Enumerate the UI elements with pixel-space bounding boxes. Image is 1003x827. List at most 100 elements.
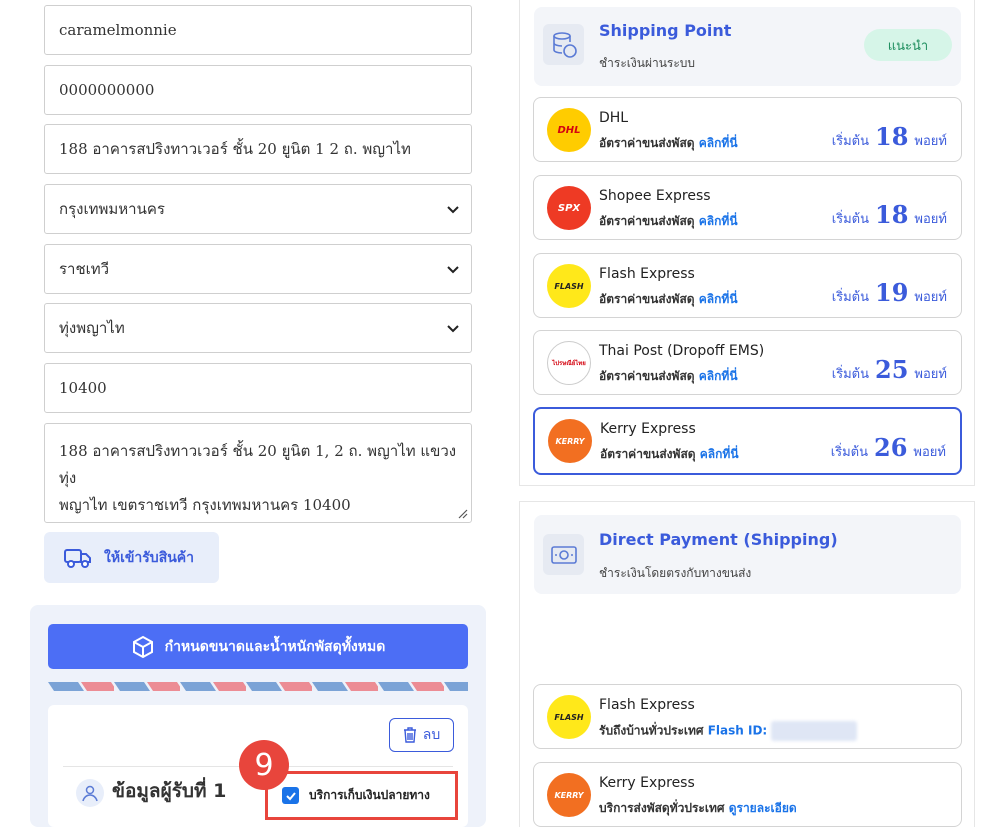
carrier-service-label: รับถึงบ้านทั่วประเทศ [599, 723, 704, 738]
price-prefix: เริ่มต้น [831, 134, 870, 149]
price-prefix: เริ่มต้น [830, 445, 869, 460]
thaipost-logo: ไปรษณีย์ไทย [547, 341, 591, 385]
full-address-textarea[interactable]: 188 อาคารสปริงทาวเวอร์ ชั้น 20 ยูนิต 1, … [44, 423, 472, 523]
carrier-rate-label: อัตราค่าขนส่งพัสดุ [599, 369, 695, 383]
chevron-down-icon [447, 325, 459, 333]
postcode-value: 10400 [59, 379, 107, 397]
direct-payment-title: Direct Payment (Shipping) [599, 530, 838, 549]
recipient-title: ข้อมูลผู้รับที่ 1 [112, 780, 227, 802]
carrier-name: Kerry Express [600, 421, 696, 437]
database-coins-icon [543, 24, 584, 65]
direct-payment-subtitle: ชำระเงินโดยตรงกับทางขนส่ง [599, 566, 752, 580]
cod-label: บริการเก็บเงินปลายทาง [309, 788, 430, 802]
subdistrict-value: ทุ่งพญาไท [59, 319, 125, 337]
carrier-rate-label: อัตราค่าขนส่งพัสดุ [599, 214, 695, 228]
price-prefix: เริ่มต้น [831, 212, 870, 227]
carrier-name: Kerry Express [599, 775, 695, 791]
carrier-price: เริ่มต้น 25 พอยท์ [832, 355, 947, 384]
rate-link[interactable]: คลิกที่นี่ [699, 214, 738, 228]
truck-icon [64, 548, 91, 568]
cod-option[interactable]: บริการเก็บเงินปลายทาง [265, 771, 458, 820]
step-badge: 9 [239, 740, 289, 790]
direct-carrier-flash-express[interactable]: FLASH Flash Express รับถึงบ้านทั่วประเทศ… [533, 684, 962, 749]
carrier-rate-text: อัตราค่าขนส่งพัสดุ คลิกที่นี่ [599, 290, 738, 309]
kerry-logo: KERRY [547, 773, 591, 817]
rate-link[interactable]: คลิกที่นี่ [699, 369, 738, 383]
carrier-rate-text: อัตราค่าขนส่งพัสดุ คลิกที่นี่ [599, 367, 738, 386]
carrier-name: Flash Express [599, 266, 695, 282]
trash-icon [403, 727, 416, 743]
name-value: caramelmonnie [59, 21, 177, 39]
carrier-rate-label: อัตราค่าขนส่งพัสดุ [599, 136, 695, 150]
price-value: 25 [875, 355, 909, 384]
carrier-service-label: บริการส่งพัสดุทั่วประเทศ [599, 801, 725, 815]
delete-button[interactable]: ลบ [389, 718, 454, 752]
district-value: ราชเทวี [59, 260, 110, 278]
shipping-point-subtitle: ชำระเงินผ่านระบบ [599, 56, 696, 70]
cash-icon [543, 534, 584, 575]
carrier-price: เริ่มต้น 19 พอยท์ [832, 278, 947, 307]
full-address-line1: 188 อาคารสปริงทาวเวอร์ ชั้น 20 ยูนิต 1, … [59, 442, 457, 487]
district-select[interactable]: ราชเทวี [44, 244, 472, 294]
delete-label: ลบ [422, 727, 441, 743]
province-value: กรุงเทพมหานคร [59, 200, 165, 218]
flash-id-label: Flash ID: [707, 723, 768, 738]
price-value: 18 [875, 200, 909, 229]
pickup-label: ให้เข้ารับสินค้า [104, 549, 195, 566]
pickup-button[interactable]: ให้เข้ารับสินค้า [44, 532, 219, 583]
chevron-down-icon [447, 266, 459, 274]
rate-link[interactable]: คลิกที่นี่ [700, 447, 739, 461]
details-link[interactable]: ดูรายละเอียด [729, 801, 797, 815]
carrier-rate-label: อัตราค่าขนส่งพัสดุ [599, 292, 695, 306]
province-select[interactable]: กรุงเทพมหานคร [44, 184, 472, 234]
price-value: 19 [875, 278, 909, 307]
carrier-kerry-express[interactable]: KERRY Kerry Express อัตราค่าขนส่งพัสดุ ค… [533, 407, 962, 475]
name-field[interactable]: caramelmonnie [44, 5, 472, 55]
set-dimensions-label: กำหนดขนาดและน้ำหนักพัสดุทั้งหมด [164, 638, 386, 655]
carrier-name: DHL [599, 110, 629, 126]
price-value: 18 [875, 122, 909, 151]
dhl-logo: DHL [547, 108, 591, 152]
carrier-thai-post[interactable]: ไปรษณีย์ไทย Thai Post (Dropoff EMS) อัตร… [533, 330, 962, 395]
spx-logo: SPX [547, 186, 591, 230]
carrier-service-text: รับถึงบ้านทั่วประเทศ Flash ID: [599, 721, 858, 741]
postcode-field[interactable]: 10400 [44, 363, 472, 413]
price-prefix: เริ่มต้น [831, 290, 870, 305]
carrier-dhl[interactable]: DHL DHL อัตราค่าขนส่งพัสดุ คลิกที่นี่ เร… [533, 97, 962, 162]
carrier-flash-express[interactable]: FLASH Flash Express อัตราค่าขนส่งพัสดุ ค… [533, 253, 962, 318]
full-address-line2: พญาไท เขตราชเทวี กรุงเทพมหานคร 10400 [59, 496, 351, 514]
flash-logo: FLASH [547, 264, 591, 308]
carrier-rate-text: อัตราค่าขนส่งพัสดุ คลิกที่นี่ [599, 212, 738, 231]
carrier-price: เริ่มต้น 18 พอยท์ [832, 200, 947, 229]
carrier-rate-text: อัตราค่าขนส่งพัสดุ คลิกที่นี่ [599, 134, 738, 153]
subdistrict-select[interactable]: ทุ่งพญาไท [44, 303, 472, 353]
airmail-stripe [48, 682, 468, 691]
flash-logo: FLASH [547, 695, 591, 739]
address-field[interactable]: 188 อาคารสปริงทาวเวอร์ ชั้น 20 ยูนิต 1 2… [44, 124, 472, 174]
price-unit: พอยท์ [914, 290, 947, 305]
flash-id-redacted [771, 721, 858, 741]
resize-grip-icon[interactable] [458, 509, 468, 519]
carrier-name: Flash Express [599, 697, 695, 713]
recommend-badge: แนะนำ [864, 29, 952, 61]
carrier-service-text: บริการส่งพัสดุทั่วประเทศ ดูรายละเอียด [599, 799, 797, 818]
price-unit: พอยท์ [914, 212, 947, 227]
address-value: 188 อาคารสปริงทาวเวอร์ ชั้น 20 ยูนิต 1 2… [59, 140, 411, 158]
carrier-price: เริ่มต้น 18 พอยท์ [832, 122, 947, 151]
box-icon [132, 635, 153, 658]
price-value: 26 [874, 433, 908, 462]
price-unit: พอยท์ [914, 367, 947, 382]
direct-carrier-kerry-express[interactable]: KERRY Kerry Express บริการส่งพัสดุทั่วปร… [533, 762, 962, 827]
phone-value: 0000000000 [59, 81, 155, 99]
phone-field[interactable]: 0000000000 [44, 65, 472, 115]
price-unit: พอยท์ [913, 445, 946, 460]
carrier-rate-label: อัตราค่าขนส่งพัสดุ [600, 447, 696, 461]
rate-link[interactable]: คลิกที่นี่ [699, 136, 738, 150]
carrier-price: เริ่มต้น 26 พอยท์ [831, 433, 946, 462]
rate-link[interactable]: คลิกที่นี่ [699, 292, 738, 306]
carrier-shopee-express[interactable]: SPX Shopee Express อัตราค่าขนส่งพัสดุ คล… [533, 175, 962, 240]
kerry-logo: KERRY [548, 419, 592, 463]
set-dimensions-button[interactable]: กำหนดขนาดและน้ำหนักพัสดุทั้งหมด [48, 624, 468, 669]
price-unit: พอยท์ [914, 134, 947, 149]
checkbox-checked-icon[interactable] [282, 787, 299, 804]
